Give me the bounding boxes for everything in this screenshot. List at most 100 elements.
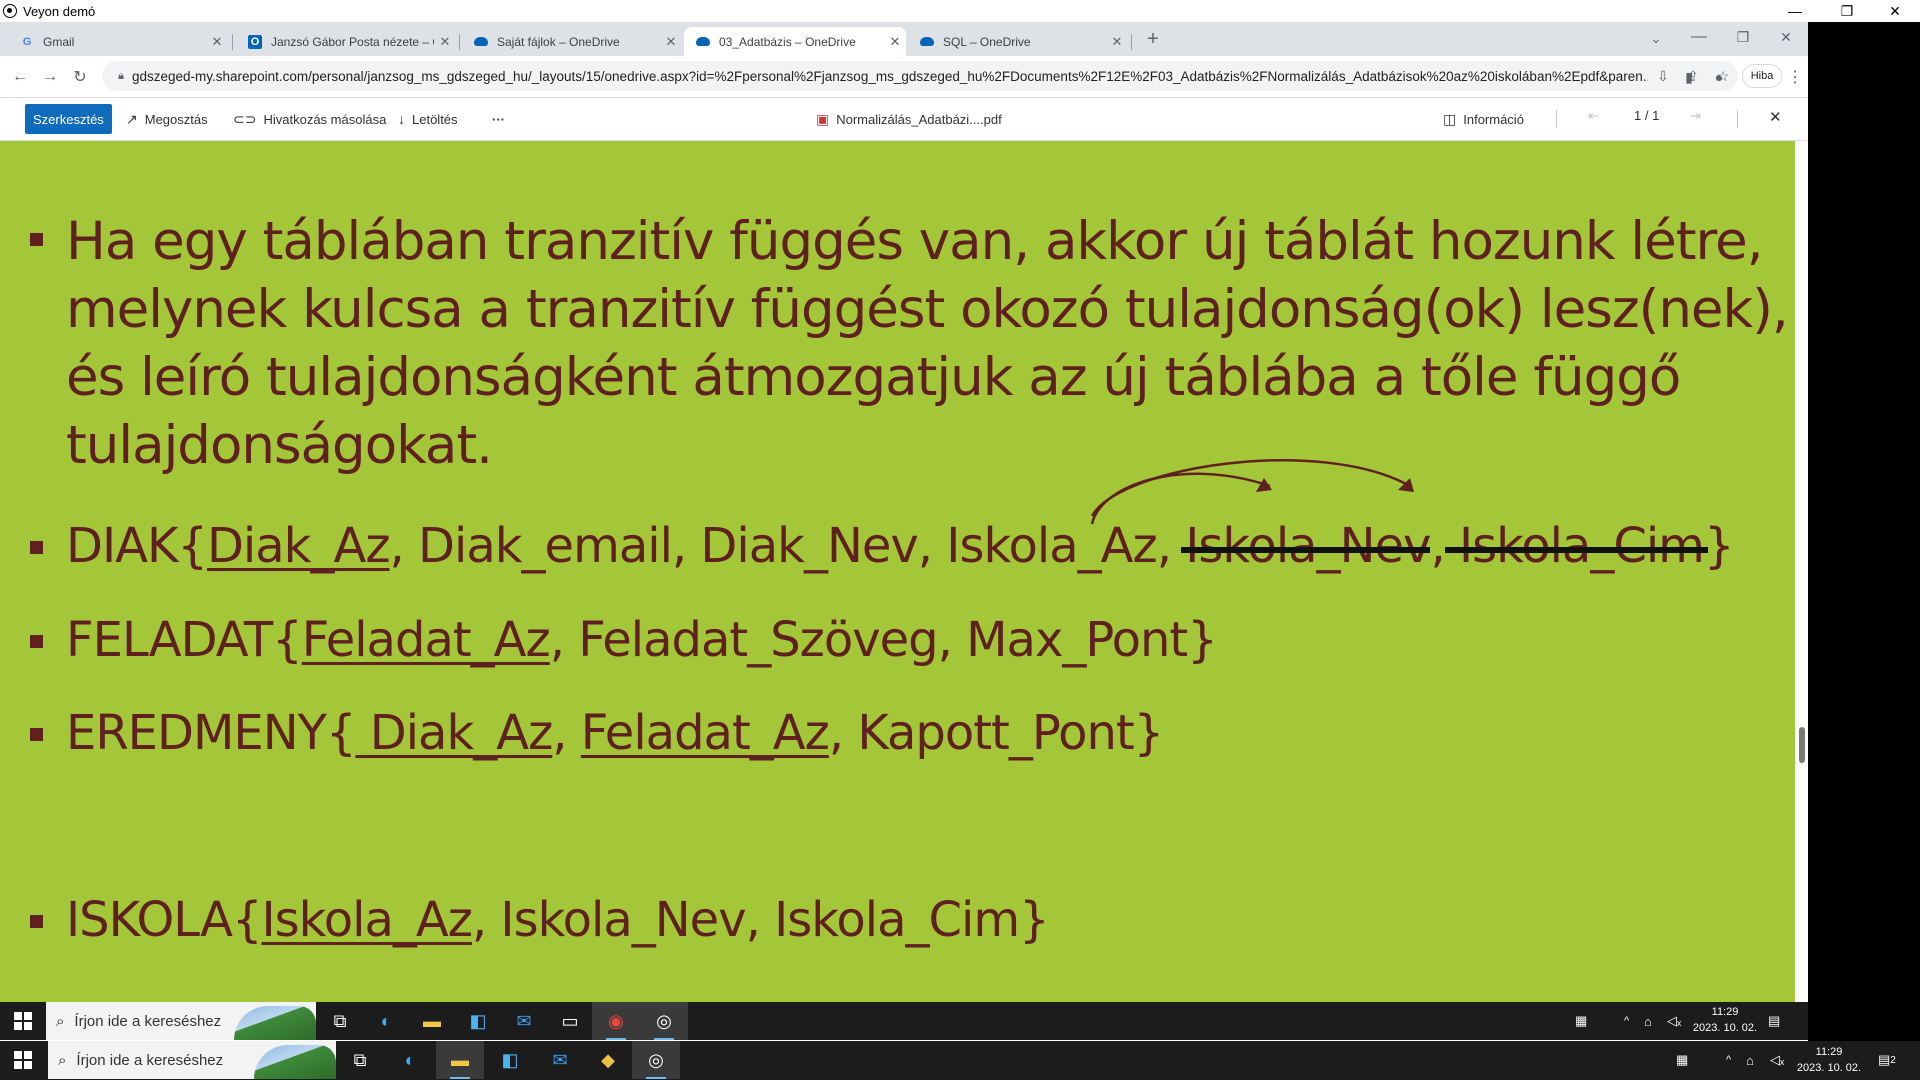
tab-close-icon[interactable]: ✕: [660, 34, 682, 50]
feladat-key: Feladat_Az: [301, 612, 551, 668]
edge-icon[interactable]: ◐: [362, 1002, 410, 1040]
tab-gmail[interactable]: G Gmail ✕: [8, 27, 228, 56]
paragraph-line-4: tulajdonságokat.: [66, 415, 493, 476]
vertical-scrollbar[interactable]: [1797, 141, 1808, 1010]
tab-title: Janzsó Gábor Posta nézete – Ou: [271, 34, 434, 49]
struck-text: Iskola_Nev: [1185, 518, 1431, 574]
download-icon: ↓: [398, 111, 405, 127]
network-icon[interactable]: ⌂: [1644, 1002, 1652, 1040]
info-panel-icon: ◫: [1443, 110, 1457, 127]
info-button[interactable]: ◫ Információ: [1443, 108, 1524, 130]
diak-prefix: DIAK{: [66, 518, 208, 574]
forward-arrow-icon[interactable]: →: [37, 64, 63, 90]
back-arrow-icon[interactable]: ←: [7, 64, 33, 90]
tab-outlook[interactable]: O Janzsó Gábor Posta nézete – Ou ✕: [236, 27, 456, 56]
keyboard-layout-icon[interactable]: ▦: [1575, 1002, 1587, 1040]
iskola-attributes: , Iskola_Nev, Iskola_Cim}: [471, 892, 1050, 948]
diak-end: }: [1703, 518, 1735, 574]
profile-error-button[interactable]: Hiba: [1742, 64, 1782, 88]
clock-date: 2023. 10. 02.: [1796, 1062, 1862, 1074]
notification-icon[interactable]: ▤ 2: [1878, 1041, 1896, 1079]
tab-onedrive-files[interactable]: Saját fájlok – OneDrive ✕: [462, 27, 682, 56]
menu-kebab-icon[interactable]: ⋮: [1782, 64, 1808, 90]
address-bar[interactable]: 🔒︎ gdszeged-my.sharepoint.com/personal/j…: [102, 61, 1738, 91]
close-viewer-icon[interactable]: ✕: [1769, 108, 1782, 126]
restore-icon[interactable]: ❐: [1824, 0, 1870, 22]
search-box[interactable]: ⌕ Írjon ide a kereséshez: [46, 1002, 316, 1040]
minimize-icon[interactable]: —: [1772, 0, 1818, 22]
file-name-label: Normalizálás_Adatbázi....pdf: [836, 111, 1002, 127]
reload-icon[interactable]: ↻: [67, 64, 93, 90]
paragraph-line-1: Ha egy táblában tranzitív függés van, ak…: [66, 211, 1764, 272]
remote-taskbar: ⌕ Írjon ide a kereséshez ⧉ ◐ ▬ ◧ ✉ ▭ ◉ ◎…: [0, 1002, 1808, 1040]
close-icon[interactable]: ✕: [1872, 0, 1918, 22]
notification-icon[interactable]: ▤: [1768, 1002, 1780, 1040]
terminal-icon[interactable]: ▭: [546, 1002, 594, 1040]
tab-close-icon[interactable]: ✕: [206, 34, 228, 50]
tab-adatbazis[interactable]: 03_Adatbázis – OneDrive ✕: [684, 27, 906, 56]
tab-close-icon[interactable]: ✕: [884, 34, 906, 50]
keyboard-layout-icon[interactable]: ▦: [1676, 1041, 1688, 1079]
onedrive-icon: [920, 35, 934, 49]
onedrive-icon: [696, 35, 710, 49]
scrollbar-thumb[interactable]: [1799, 727, 1805, 763]
eredmeny-prefix: EREDMENY{: [66, 705, 356, 761]
file-name: ▣ Normalizálás_Adatbázi....pdf: [816, 108, 1002, 130]
file-explorer-icon[interactable]: ▬: [408, 1002, 456, 1040]
search-icon: ⌕: [56, 1012, 65, 1030]
new-tab-icon[interactable]: +: [1140, 26, 1166, 52]
search-box[interactable]: ⌕ Írjon ide a kereséshez: [48, 1041, 336, 1079]
side-panel-icon[interactable]: ▮: [1676, 64, 1702, 90]
store-icon[interactable]: ◧: [454, 1002, 502, 1040]
download-button[interactable]: ↓ Letöltés: [398, 108, 458, 130]
start-button[interactable]: [0, 1002, 46, 1040]
info-label: Információ: [1463, 111, 1524, 127]
eredmeny-attributes: , Kapott_Pont}: [828, 705, 1164, 761]
browser-minimize-icon[interactable]: —: [1686, 24, 1712, 50]
remote-clock[interactable]: 11:29 2023. 10. 02.: [1690, 1004, 1760, 1036]
install-app-icon[interactable]: ⇩: [1648, 68, 1678, 85]
browser-close-icon[interactable]: ✕: [1773, 24, 1799, 50]
clock-time: 11:29: [1815, 1046, 1843, 1058]
edge-icon[interactable]: ◐: [386, 1041, 434, 1079]
copy-link-button[interactable]: ⊂⊃ Hivatkozás másolása: [233, 108, 386, 130]
veyon-icon[interactable]: ◎: [640, 1002, 688, 1040]
chrome-icon[interactable]: ◉: [592, 1002, 640, 1040]
volume-muted-icon[interactable]: ◁ₓ: [1667, 1002, 1681, 1040]
store-icon[interactable]: ◧: [486, 1041, 534, 1079]
veyon-window-title: Veyon demó: [23, 3, 96, 19]
struck-text: Iskola_Cim: [1458, 518, 1705, 574]
tab-sql[interactable]: SQL – OneDrive ✕: [908, 27, 1128, 56]
edit-button[interactable]: Szerkesztés: [25, 104, 112, 134]
struck-iskola-cim: Iskola_Cim: [1444, 518, 1708, 574]
tray-chevron-icon[interactable]: ^: [1726, 1041, 1731, 1079]
share-button[interactable]: ↗ Megosztás: [126, 108, 208, 130]
clock-date: 2023. 10. 02.: [1692, 1022, 1758, 1034]
task-view-icon[interactable]: ⧉: [336, 1041, 384, 1079]
local-clock[interactable]: 11:29 2023. 10. 02.: [1792, 1044, 1866, 1076]
tab-title: 03_Adatbázis – OneDrive: [719, 34, 856, 49]
first-page-icon[interactable]: ⇤: [1588, 108, 1599, 124]
network-icon[interactable]: ⌂: [1746, 1041, 1754, 1079]
pdf-file-icon: ▣: [816, 110, 830, 127]
google-icon: G: [22, 35, 32, 48]
tab-search-chevron-icon[interactable]: ⌄: [1643, 26, 1669, 52]
last-page-icon[interactable]: ⇥: [1690, 108, 1701, 124]
browser-restore-icon[interactable]: ❐: [1730, 24, 1756, 50]
task-view-icon[interactable]: ⧉: [316, 1002, 364, 1040]
windows-logo-icon: [14, 1012, 32, 1030]
tab-close-icon[interactable]: ✕: [1106, 34, 1128, 50]
paragraph-line-3: és leíró tulajdonságként átmozgatjuk az …: [66, 347, 1681, 408]
volume-muted-icon[interactable]: ◁ₓ: [1770, 1041, 1784, 1079]
veyon-icon[interactable]: ◎: [632, 1041, 680, 1079]
profile-avatar-icon[interactable]: ●: [1706, 64, 1732, 90]
app-diamond-icon[interactable]: ◆: [584, 1041, 632, 1079]
tab-close-icon[interactable]: ✕: [434, 34, 456, 50]
pdf-command-bar: Szerkesztés ↗ Megosztás ⊂⊃ Hivatkozás má…: [0, 98, 1808, 141]
more-actions-button[interactable]: ···: [492, 108, 505, 130]
tray-chevron-icon[interactable]: ^: [1624, 1002, 1629, 1040]
start-button[interactable]: [0, 1041, 46, 1079]
file-explorer-icon[interactable]: ▬: [436, 1041, 484, 1079]
mail-icon[interactable]: ✉: [500, 1002, 548, 1040]
mail-icon[interactable]: ✉: [536, 1041, 584, 1079]
